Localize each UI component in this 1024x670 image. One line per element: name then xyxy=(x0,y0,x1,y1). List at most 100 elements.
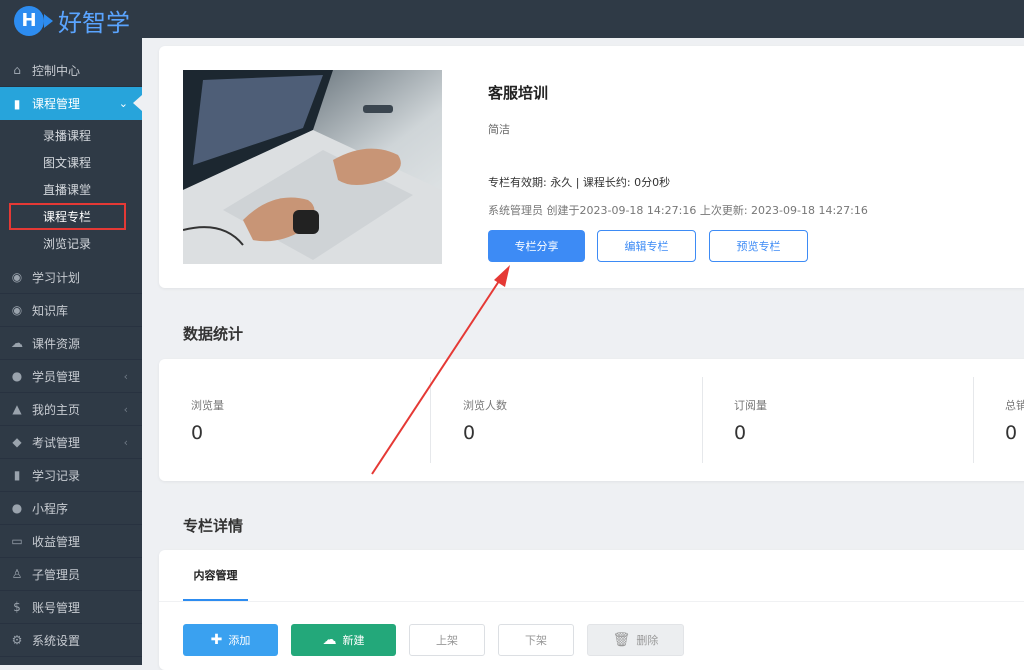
sidebar-item-students[interactable]: ● 学员管理 ‹ xyxy=(0,360,142,393)
preview-column-button[interactable]: 预览专栏 xyxy=(709,230,808,262)
add-button-label: 添加 xyxy=(228,634,251,647)
new-button-label: 新建 xyxy=(342,634,365,647)
stat-label: 浏览人数 xyxy=(463,399,507,412)
column-author-line: 系统管理员 创建于2023-09-18 14:27:16 上次更新: 2023-… xyxy=(488,204,868,217)
plus-icon: ✚ xyxy=(210,632,223,648)
sidebar-item-label: 我的主页 xyxy=(32,402,81,417)
stat-total-sales: 总销 0 xyxy=(990,359,1024,481)
sidebar-item-accounts[interactable]: $ 账号管理 xyxy=(0,591,142,624)
sidebar-item-label: 控制中心 xyxy=(32,63,81,78)
stats-card: 浏览量 0 浏览人数 0 订阅量 0 总销 0 xyxy=(159,359,1024,481)
main-content: 客服培训 简洁 专栏有效期: 永久 | 课程长约: 0分0秒 系统管理员 创建于… xyxy=(142,38,1024,670)
delete-button-label: 删除 xyxy=(636,634,659,647)
dollar-icon: $ xyxy=(13,600,21,614)
stat-subscriptions: 订阅量 0 xyxy=(719,359,990,481)
stats-section-title: 数据统计 xyxy=(183,325,244,343)
submenu-item-graphic[interactable]: 图文课程 xyxy=(0,149,142,176)
laptop-photo xyxy=(183,70,442,264)
sidebar-item-label: 课程管理 xyxy=(32,97,81,111)
sidebar-item-label: 学习计划 xyxy=(32,270,81,285)
gear-icon: ⚙ xyxy=(11,633,23,647)
detail-section-title: 专栏详情 xyxy=(183,517,244,535)
sidebar-item-mini-program[interactable]: ● 小程序 xyxy=(0,492,142,525)
chevron-left-icon: ‹ xyxy=(123,402,128,416)
publish-button[interactable]: 上架 xyxy=(409,624,485,656)
sidebar-item-label: 系统设置 xyxy=(32,633,81,648)
divider xyxy=(702,377,703,463)
submenu-item-history[interactable]: 浏览记录 xyxy=(0,230,142,257)
edit-column-button[interactable]: 编辑专栏 xyxy=(597,230,696,262)
sidebar-item-course-management[interactable]: ▮ 课程管理 ⌄ xyxy=(0,87,142,120)
sidebar-item-my-homepage[interactable]: ▲ 我的主页 ‹ xyxy=(0,393,142,426)
eye-icon: ◉ xyxy=(11,270,23,284)
graduation-cap-icon: ▲ xyxy=(12,402,22,416)
stat-label: 浏览量 xyxy=(191,399,224,412)
sidebar-item-sub-admins[interactable]: ♙ 子管理员 xyxy=(0,558,142,591)
sidebar-item-label: 账号管理 xyxy=(32,600,81,615)
stat-value: 0 xyxy=(734,422,747,444)
stat-label: 订阅量 xyxy=(734,399,767,412)
eye-icon: ◉ xyxy=(11,303,23,317)
stat-visitors: 浏览人数 0 xyxy=(448,359,719,481)
sidebar-item-label: 小程序 xyxy=(32,501,69,516)
top-bar: H 好智学 xyxy=(0,0,1024,38)
column-info-card: 客服培训 简洁 专栏有效期: 永久 | 课程长约: 0分0秒 系统管理员 创建于… xyxy=(159,46,1024,288)
stat-value: 0 xyxy=(1005,422,1018,444)
submenu-item-recorded[interactable]: 录播课程 xyxy=(0,122,142,149)
home-icon: ⌂ xyxy=(13,63,21,77)
chevron-down-icon: ⌄ xyxy=(118,97,128,110)
sidebar-item-label: 知识库 xyxy=(32,303,69,318)
brand-name: 好智学 xyxy=(58,9,130,37)
course-submenu: 录播课程 图文课程 直播课堂 课程专栏 浏览记录 xyxy=(0,120,142,261)
sidebar-item-label: 子管理员 xyxy=(32,567,81,582)
cloud-upload-icon: ☁ xyxy=(322,632,337,648)
sidebar-item-exams[interactable]: ◆ 考试管理 ‹ xyxy=(0,426,142,459)
sidebar-item-settings[interactable]: ⚙ 系统设置 xyxy=(0,624,142,657)
sidebar-item-label: 课件资源 xyxy=(32,336,81,351)
stat-value: 0 xyxy=(463,422,476,444)
chevron-left-icon: ‹ xyxy=(123,369,128,383)
book-icon: ▮ xyxy=(13,96,21,111)
sidebar-item-revenue[interactable]: ▭ 收益管理 xyxy=(0,525,142,558)
column-title: 客服培训 xyxy=(488,84,549,102)
sidebar-item-dashboard[interactable]: ⌂ 控制中心 xyxy=(0,54,142,87)
stat-page-views: 浏览量 0 xyxy=(176,359,447,481)
tab-content-management[interactable]: 内容管理 xyxy=(183,550,248,602)
wechat-icon: ● xyxy=(11,501,23,515)
sidebar-item-knowledge-base[interactable]: ◉ 知识库 xyxy=(0,294,142,327)
divider xyxy=(430,377,431,463)
column-cover-image xyxy=(183,70,442,264)
share-column-button[interactable]: 专栏分享 xyxy=(488,230,585,262)
cloud-icon: ☁ xyxy=(11,336,23,350)
stat-value: 0 xyxy=(191,422,204,444)
tab-underline xyxy=(159,601,1024,602)
unpublish-button[interactable]: 下架 xyxy=(498,624,574,656)
user-lock-icon: ♙ xyxy=(11,567,23,581)
column-validity: 专栏有效期: 永久 | 课程长约: 0分0秒 xyxy=(488,176,671,189)
chevron-left-icon: ‹ xyxy=(123,435,128,449)
logo-badge: H xyxy=(14,5,53,36)
submenu-item-live[interactable]: 直播课堂 xyxy=(0,176,142,203)
column-description: 简洁 xyxy=(488,123,510,136)
sidebar-item-learning-records[interactable]: ▮ 学习记录 xyxy=(0,459,142,492)
credit-card-icon: ▭ xyxy=(11,534,23,548)
sidebar-item-study-plan[interactable]: ◉ 学习计划 xyxy=(0,261,142,294)
submenu-item-column[interactable]: 课程专栏 xyxy=(9,203,126,230)
book-icon: ▮ xyxy=(13,468,21,482)
sidebar-item-label: 学习记录 xyxy=(32,468,81,483)
sidebar-item-label: 收益管理 xyxy=(32,534,81,549)
add-button[interactable]: ✚ 添加 xyxy=(183,624,278,656)
sidebar-item-label: 考试管理 xyxy=(32,435,81,450)
sidebar: ⌂ 控制中心 ▮ 课程管理 ⌄ 录播课程 图文课程 直播课堂 课程专栏 浏览记录… xyxy=(0,38,142,665)
divider xyxy=(973,377,974,463)
sidebar-item-courseware[interactable]: ☁ 课件资源 xyxy=(0,327,142,360)
new-button[interactable]: ☁ 新建 xyxy=(291,624,396,656)
tag-icon: ◆ xyxy=(12,435,22,449)
sidebar-item-label: 学员管理 xyxy=(32,369,81,384)
column-detail-card: 内容管理 ✚ 添加 ☁ 新建 上架 下架 🗑 删除 xyxy=(159,550,1024,670)
stat-label: 总销 xyxy=(1005,399,1024,412)
app-logo[interactable]: H 好智学 xyxy=(14,3,130,38)
trash-icon: 🗑 xyxy=(612,632,631,648)
delete-button[interactable]: 🗑 删除 xyxy=(587,624,684,656)
users-icon: ● xyxy=(11,369,23,383)
